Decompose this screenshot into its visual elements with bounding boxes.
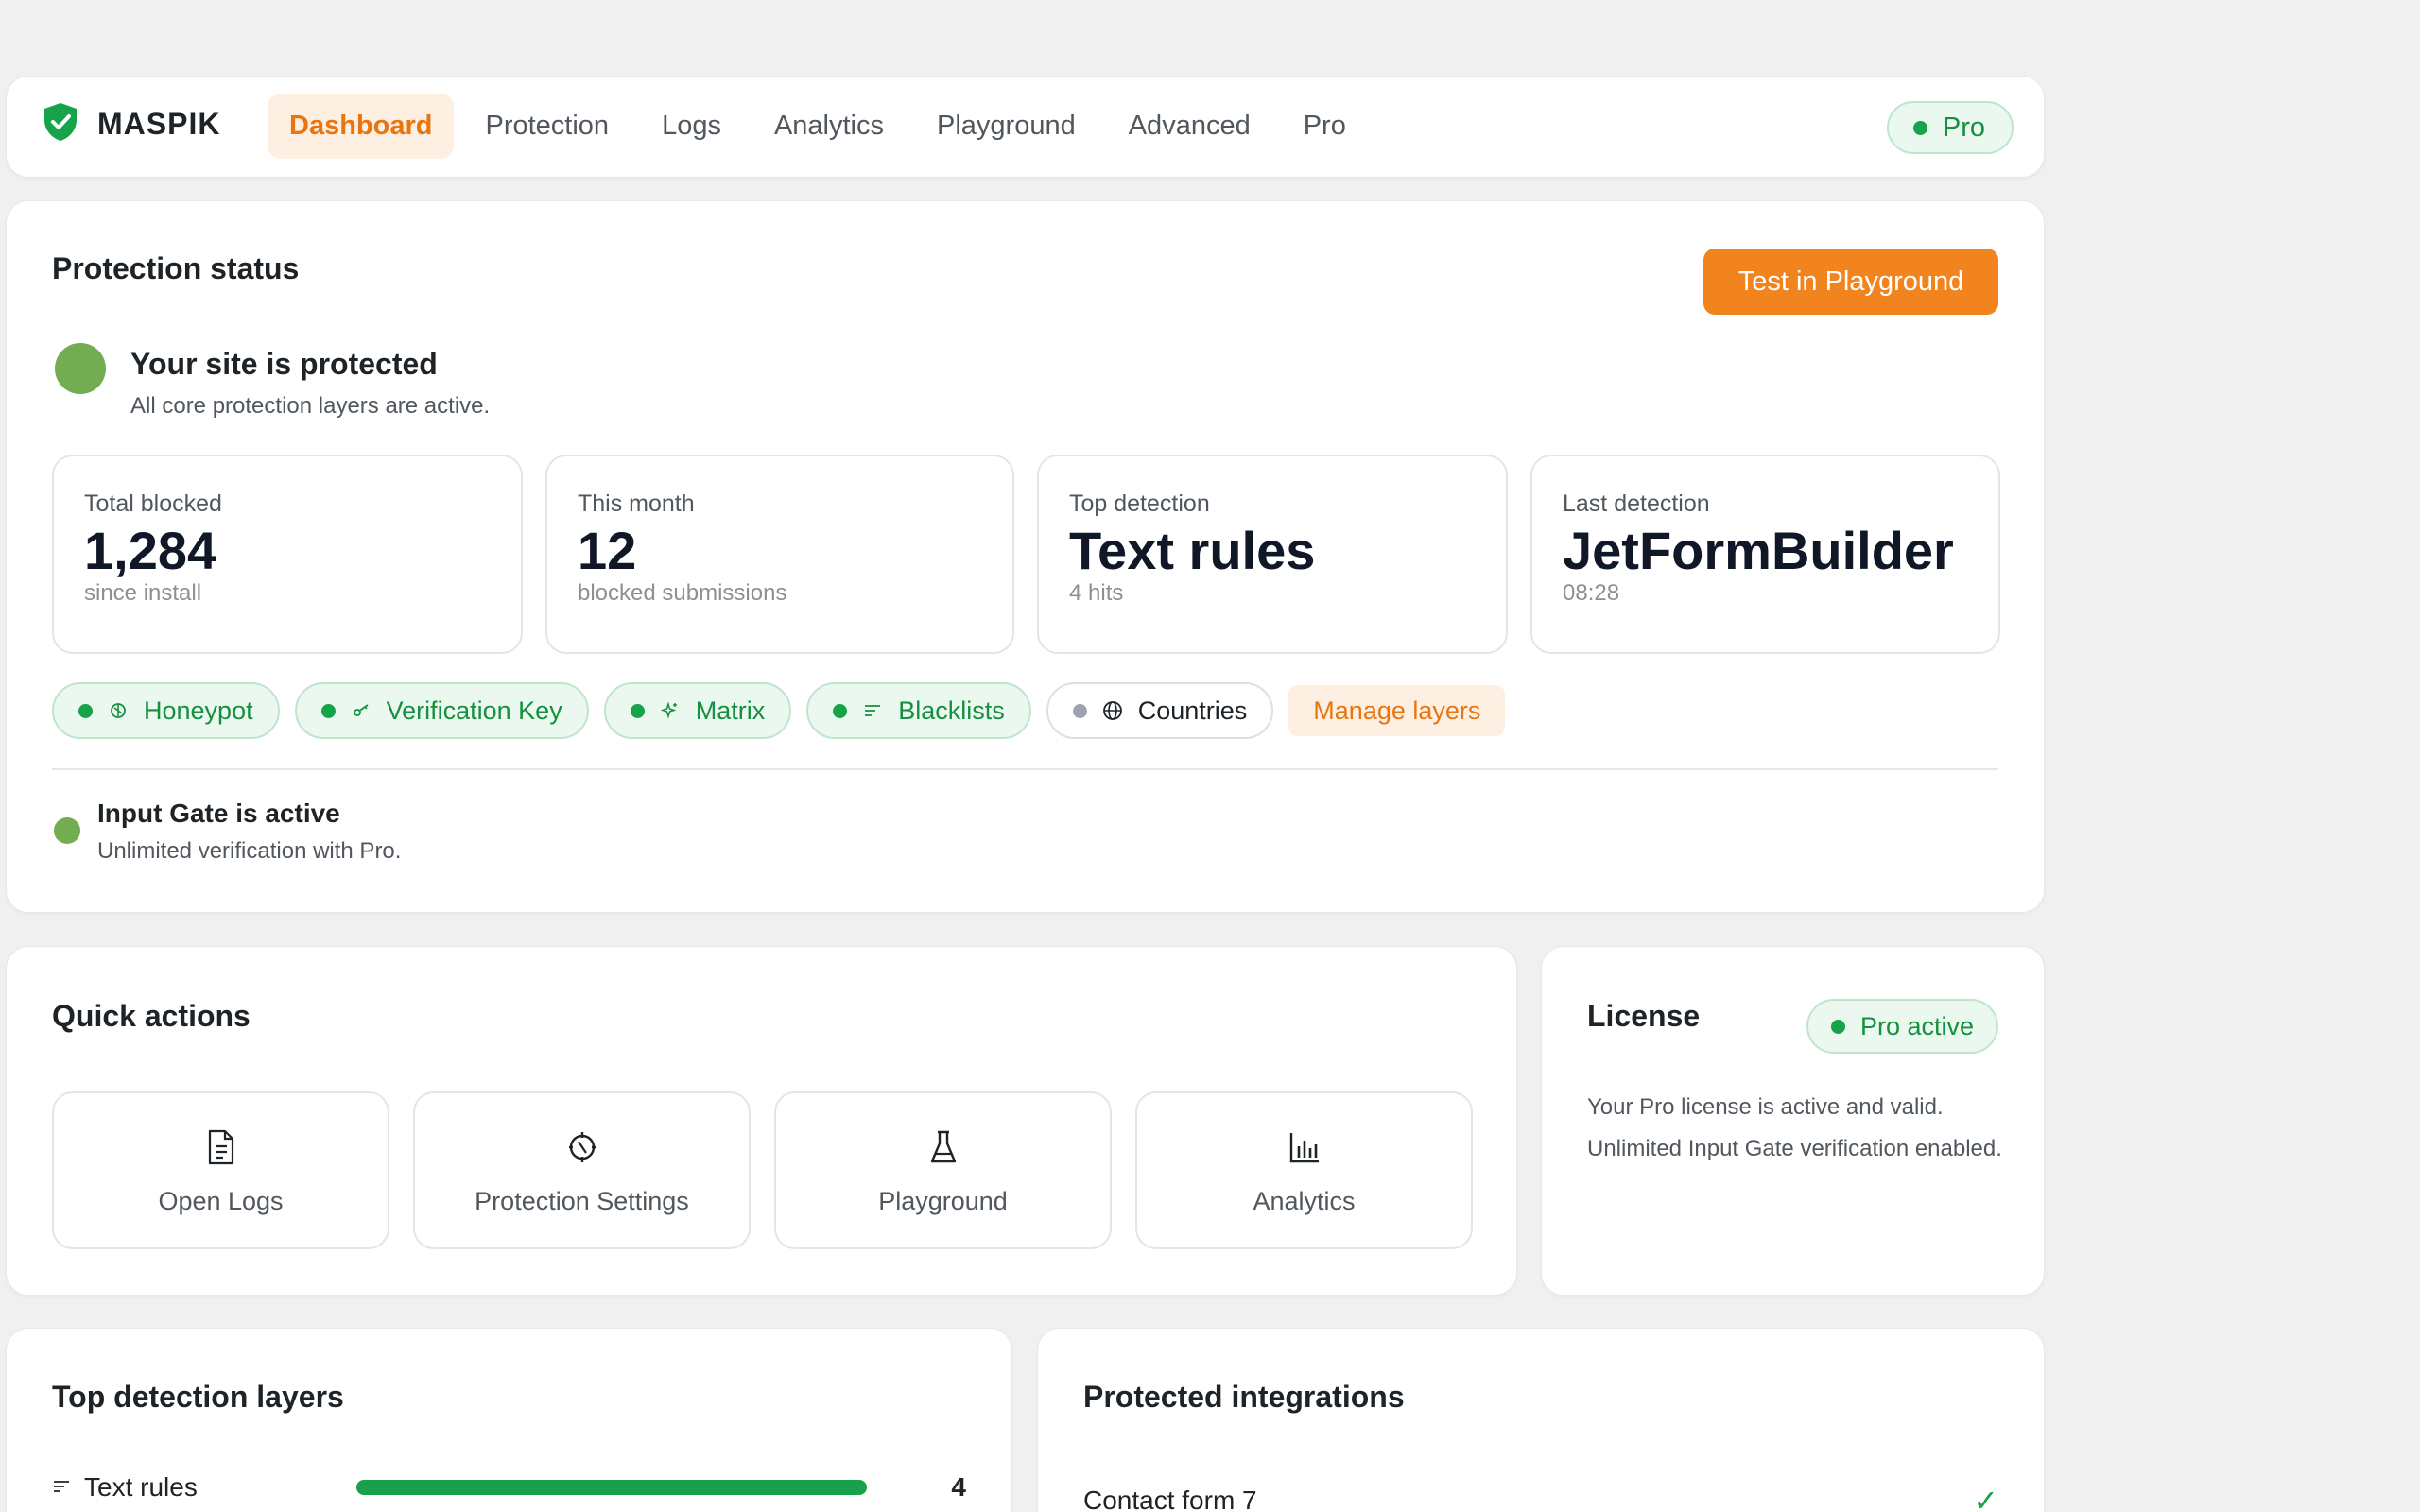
top-nav: MASPIK Dashboard Protection Logs Analyti… (6, 76, 2045, 178)
status-dot (1830, 1019, 1845, 1034)
analytics-button[interactable]: Analytics (1135, 1091, 1473, 1249)
shield-gear-icon (565, 1129, 599, 1170)
playground-button[interactable]: Playground (774, 1091, 1112, 1249)
check-icon: ✓ (1973, 1484, 1998, 1512)
input-gate-subline: Unlimited verification with Pro. (97, 838, 402, 864)
brand-name: MASPIK (97, 107, 221, 141)
shield-check-icon (43, 102, 78, 146)
honeypot-icon (108, 700, 129, 721)
license-description: Your Pro license is active and valid. Un… (1587, 1091, 2003, 1166)
plan-badge-label: Pro (1942, 112, 1985, 143)
protection-status-card: Protection status Test in Playground You… (6, 200, 2045, 913)
top-detection-layers-card: Top detection layers Text rules 4 (6, 1328, 1012, 1512)
protection-settings-button[interactable]: Protection Settings (413, 1091, 751, 1249)
stat-last-detection: Last detection JetFormBuilder 08:28 (1530, 455, 2000, 654)
card-title: Protection status (52, 251, 300, 285)
manage-layers-button[interactable]: Manage layers (1288, 685, 1506, 736)
layer-verification-key[interactable]: Verification Key (294, 682, 589, 739)
detection-row: Text rules 4 (52, 1470, 966, 1504)
globe-icon (1102, 700, 1123, 721)
stat-label: This month (578, 490, 695, 517)
stat-label: Last detection (1563, 490, 1710, 517)
stat-value: 12 (578, 521, 637, 580)
stat-this-month: This month 12 blocked submissions (545, 455, 1014, 654)
license-badge-label: Pro active (1859, 1011, 1974, 1040)
protected-headline: Your site is protected (130, 347, 438, 381)
layer-blacklists[interactable]: Blacklists (806, 682, 1031, 739)
stat-sub: 08:28 (1563, 579, 1620, 606)
tab-pro[interactable]: Pro (1282, 94, 1368, 159)
quick-action-label: Analytics (1253, 1187, 1356, 1215)
detection-count: 4 (951, 1472, 966, 1502)
quick-action-label: Playground (878, 1187, 1008, 1215)
license-line: Unlimited Input Gate verification enable… (1587, 1136, 2002, 1161)
stat-value: 1,284 (84, 521, 217, 580)
flask-icon (928, 1129, 959, 1170)
layer-label: Honeypot (144, 696, 253, 725)
layer-countries[interactable]: Countries (1046, 682, 1274, 739)
input-gate-title: Input Gate is active (97, 799, 340, 828)
layer-matrix[interactable]: Matrix (603, 682, 792, 739)
protected-indicator (55, 343, 106, 394)
quick-action-label: Protection Settings (475, 1187, 689, 1215)
card-title: License (1587, 999, 1701, 1033)
license-line: Your Pro license is active and valid. (1587, 1094, 1944, 1120)
protection-layers: Honeypot Verification Key Matrix Blackli… (52, 682, 1506, 739)
sparkle-icon (660, 700, 681, 721)
layer-honeypot[interactable]: Honeypot (52, 682, 280, 739)
tab-advanced[interactable]: Advanced (1107, 94, 1272, 159)
status-dot (630, 703, 645, 718)
status-dot (1072, 703, 1087, 718)
status-dot (320, 703, 336, 718)
status-dot (1912, 120, 1927, 135)
key-icon (351, 700, 372, 721)
detection-bar-fill (356, 1480, 867, 1495)
tab-dashboard[interactable]: Dashboard (268, 94, 455, 159)
quick-actions-card: Quick actions Open Logs Protection Setti… (6, 946, 1517, 1296)
license-status-badge: Pro active (1806, 999, 1998, 1054)
card-title: Protected integrations (1083, 1380, 1405, 1414)
protected-subline: All core protection layers are active. (130, 393, 491, 419)
license-card: License Pro active Your Pro license is a… (1541, 946, 2045, 1296)
list-icon (52, 1472, 71, 1503)
divider (52, 768, 1998, 770)
input-gate-indicator (54, 817, 80, 844)
quick-action-label: Open Logs (158, 1187, 284, 1215)
layer-label: Matrix (695, 696, 766, 725)
stat-label: Total blocked (84, 490, 222, 517)
stat-label: Top detection (1069, 490, 1210, 517)
plan-badge: Pro (1886, 101, 2014, 154)
detection-label: Text rules (84, 1472, 198, 1502)
brand[interactable]: MASPIK (43, 102, 220, 146)
detection-name: Text rules (52, 1472, 354, 1503)
status-dot (78, 703, 93, 718)
open-logs-button[interactable]: Open Logs (52, 1091, 389, 1249)
tab-analytics[interactable]: Analytics (752, 94, 906, 159)
tab-protection[interactable]: Protection (463, 94, 631, 159)
list-icon (862, 700, 883, 721)
stat-sub: 4 hits (1069, 579, 1124, 606)
layer-label: Verification Key (386, 696, 562, 725)
stat-total-blocked: Total blocked 1,284 since install (52, 455, 523, 654)
card-title: Quick actions (52, 999, 251, 1033)
test-in-playground-button[interactable]: Test in Playground (1703, 249, 1998, 315)
protected-integrations-card: Protected integrations Contact form 7 ✓ (1037, 1328, 2045, 1512)
stat-value: Text rules (1069, 521, 1316, 580)
detection-bar (356, 1480, 867, 1495)
nav-tabs: Dashboard Protection Logs Analytics Play… (268, 94, 1377, 159)
layer-label: Countries (1137, 696, 1248, 725)
integration-label: Contact form 7 (1083, 1486, 1257, 1512)
card-title: Top detection layers (52, 1380, 344, 1414)
stat-sub: blocked submissions (578, 579, 787, 606)
stat-value: JetFormBuilder (1563, 521, 1954, 580)
document-icon (206, 1129, 236, 1170)
stat-top-detection: Top detection Text rules 4 hits (1037, 455, 1508, 654)
integration-row: Contact form 7 ✓ (1083, 1483, 1998, 1512)
tab-logs[interactable]: Logs (640, 94, 743, 159)
bar-chart-icon (1288, 1129, 1321, 1170)
stat-sub: since install (84, 579, 202, 606)
tab-playground[interactable]: Playground (915, 94, 1098, 159)
layer-label: Blacklists (898, 696, 1005, 725)
status-dot (833, 703, 848, 718)
